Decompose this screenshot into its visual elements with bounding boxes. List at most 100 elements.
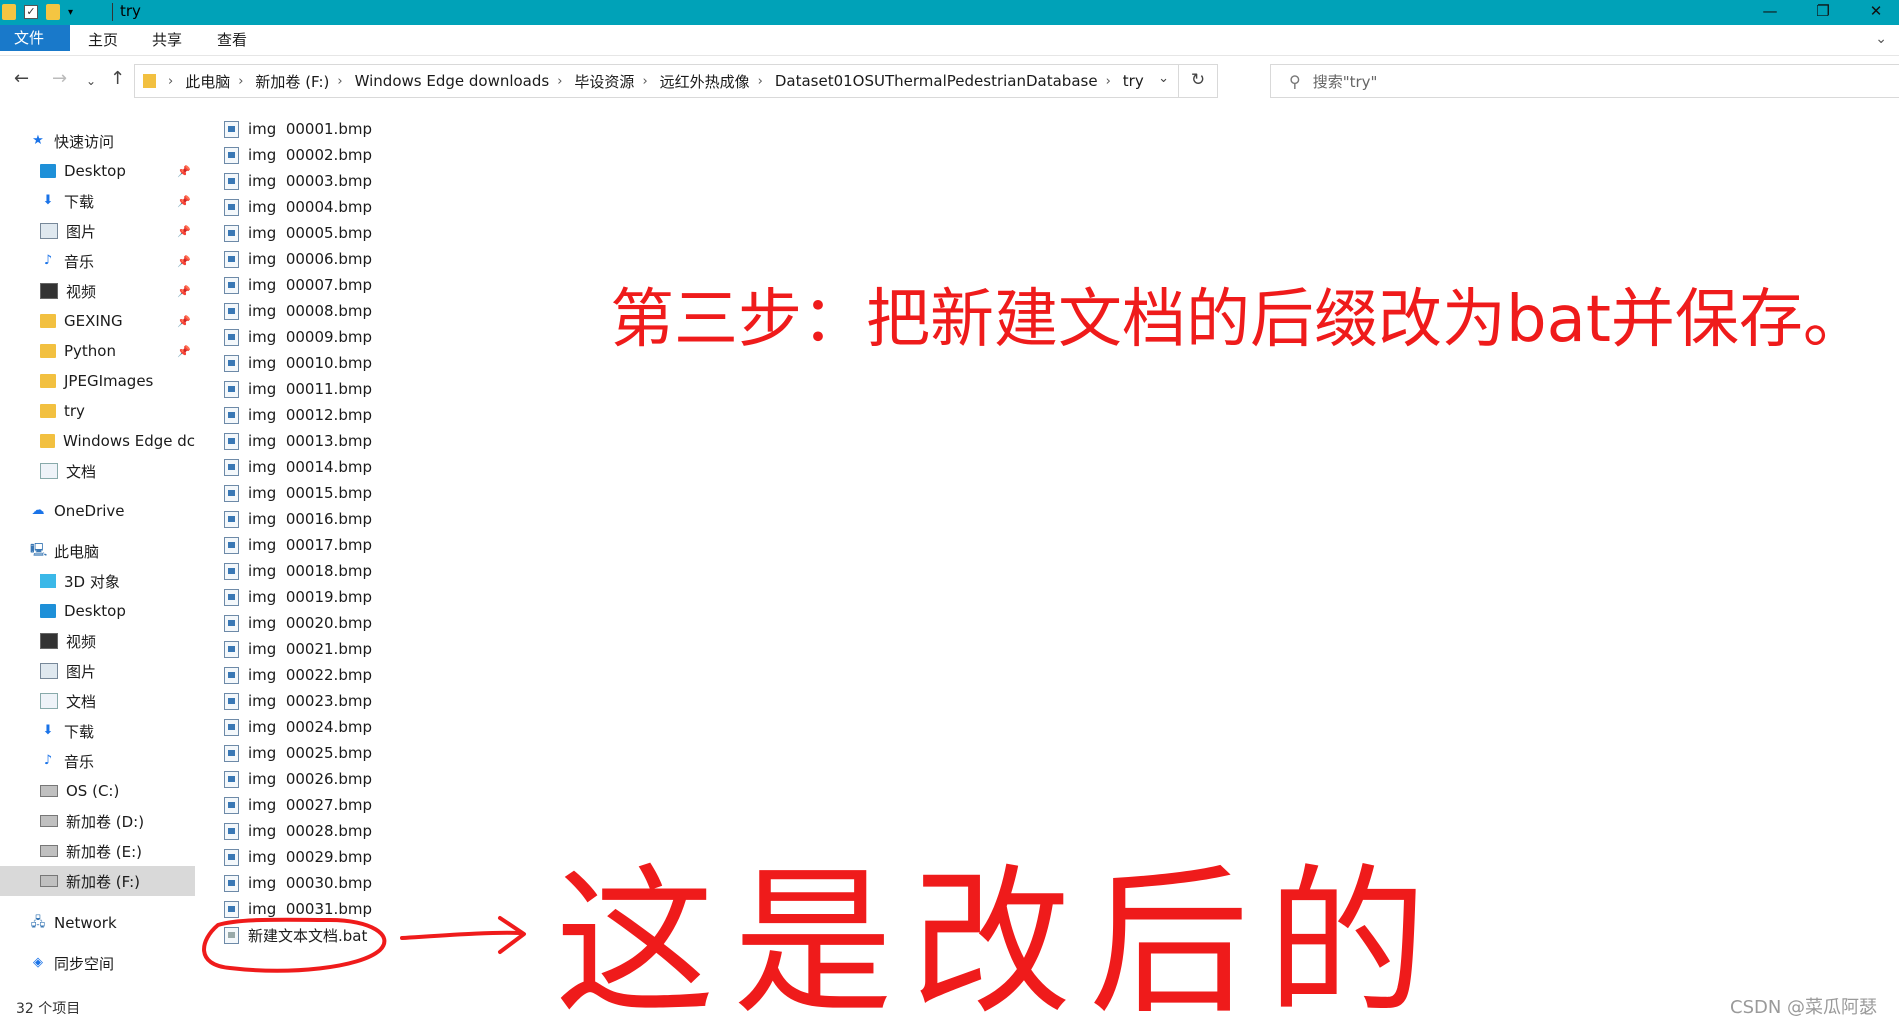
forward-icon[interactable]: → xyxy=(52,68,67,89)
properties-icon[interactable]: ✓ xyxy=(24,5,38,19)
file-list-item[interactable]: img 00011.bmp xyxy=(224,376,372,402)
file-list-item[interactable]: img 00027.bmp xyxy=(224,792,372,818)
sidebar-item-drive-c[interactable]: OS (C:) xyxy=(0,776,195,806)
sidebar-network[interactable]: 🖧 Network xyxy=(0,908,195,938)
sidebar-item-pc-music[interactable]: ♪ 音乐 xyxy=(0,746,195,776)
file-list-item[interactable]: img 00007.bmp xyxy=(224,272,372,298)
sidebar-quick-access[interactable]: ★ 快速访问 xyxy=(0,126,195,156)
file-list-item[interactable]: img 00029.bmp xyxy=(224,844,372,870)
file-list-item[interactable]: img 00023.bmp xyxy=(224,688,372,714)
file-list-item[interactable]: img 00012.bmp xyxy=(224,402,372,428)
search-box[interactable]: ⚲ 搜索"try" xyxy=(1270,64,1899,98)
file-list-item[interactable]: img 00001.bmp xyxy=(224,116,372,142)
breadcrumb-thermal[interactable]: 远红外热成像 xyxy=(660,71,750,92)
sidebar-this-pc[interactable]: 🖳 此电脑 xyxy=(0,536,195,566)
sidebar-item-desktop[interactable]: Desktop 📌 xyxy=(0,156,195,186)
file-list-item[interactable]: img 00015.bmp xyxy=(224,480,372,506)
breadcrumb-drive-f[interactable]: 新加卷 (F:) xyxy=(255,71,329,92)
search-placeholder[interactable]: 搜索"try" xyxy=(1313,71,1378,92)
customize-toolbar-icon[interactable]: ▾ xyxy=(68,7,73,18)
chevron-right-icon[interactable]: › xyxy=(758,74,763,89)
sidebar-item-videos[interactable]: 视频 📌 xyxy=(0,276,195,306)
expand-ribbon-icon[interactable]: ⌄ xyxy=(1875,31,1887,47)
file-list-item[interactable]: img 00018.bmp xyxy=(224,558,372,584)
sidebar-item-python[interactable]: Python 📌 xyxy=(0,336,195,366)
file-list-item[interactable]: img 00025.bmp xyxy=(224,740,372,766)
sidebar-item-downloads[interactable]: ⬇ 下载 📌 xyxy=(0,186,195,216)
sidebar-item-pc-documents[interactable]: 文档 xyxy=(0,686,195,716)
file-list-item[interactable]: img 00021.bmp xyxy=(224,636,372,662)
recent-locations-icon[interactable]: ⌄ xyxy=(86,74,96,88)
sidebar-item-music[interactable]: ♪ 音乐 📌 xyxy=(0,246,195,276)
tab-share[interactable]: 共享 xyxy=(138,25,196,55)
file-list-item[interactable]: img 00031.bmp xyxy=(224,896,372,922)
tab-view[interactable]: 查看 xyxy=(203,25,261,55)
breadcrumb-this-pc[interactable]: 此电脑 xyxy=(185,71,230,92)
breadcrumb-try[interactable]: try xyxy=(1123,72,1144,90)
sidebar-item-drive-f[interactable]: 新加卷 (F:) xyxy=(0,866,195,896)
file-list-item[interactable]: img 00020.bmp xyxy=(224,610,372,636)
minimize-button[interactable]: — xyxy=(1747,0,1793,25)
breadcrumb-dataset[interactable]: Dataset01OSUThermalPedestrianDatabase xyxy=(775,72,1098,90)
tab-file[interactable]: 文件 xyxy=(0,25,70,51)
file-list-item[interactable]: img 00010.bmp xyxy=(224,350,372,376)
address-bar[interactable]: › 此电脑 › 新加卷 (F:) › Windows Edge download… xyxy=(134,64,1218,98)
sidebar-sync-space[interactable]: ◈ 同步空间 xyxy=(0,948,195,978)
sidebar-item-edge-downloads[interactable]: Windows Edge dc xyxy=(0,426,195,456)
pin-icon[interactable]: 📌 xyxy=(177,255,191,268)
tab-home[interactable]: 主页 xyxy=(74,25,132,55)
file-list-item[interactable]: img 00003.bmp xyxy=(224,168,372,194)
up-icon[interactable]: ↑ xyxy=(110,68,125,89)
file-list-item[interactable]: img 00028.bmp xyxy=(224,818,372,844)
chevron-right-icon[interactable]: › xyxy=(1106,74,1111,89)
sidebar-onedrive[interactable]: ☁ OneDrive xyxy=(0,496,195,526)
file-list-item[interactable]: img 00016.bmp xyxy=(224,506,372,532)
sidebar-item-drive-e[interactable]: 新加卷 (E:) xyxy=(0,836,195,866)
file-list-item[interactable]: img 00008.bmp xyxy=(224,298,372,324)
file-list-item[interactable]: img 00002.bmp xyxy=(224,142,372,168)
pin-icon[interactable]: 📌 xyxy=(177,315,191,328)
pin-icon[interactable]: 📌 xyxy=(177,345,191,358)
pin-icon[interactable]: 📌 xyxy=(177,225,191,238)
chevron-right-icon[interactable]: › xyxy=(557,74,562,89)
chevron-right-icon[interactable]: › xyxy=(238,74,243,89)
pin-icon[interactable]: 📌 xyxy=(177,165,191,178)
file-list-item[interactable]: 新建文本文档.bat xyxy=(224,922,367,948)
sidebar-item-drive-d[interactable]: 新加卷 (D:) xyxy=(0,806,195,836)
new-folder-icon[interactable] xyxy=(46,4,60,20)
file-list-item[interactable]: img 00022.bmp xyxy=(224,662,372,688)
sidebar-item-3d-objects[interactable]: 3D 对象 xyxy=(0,566,195,596)
sidebar-item-pc-downloads[interactable]: ⬇ 下载 xyxy=(0,716,195,746)
file-list-item[interactable]: img 00019.bmp xyxy=(224,584,372,610)
pin-icon[interactable]: 📌 xyxy=(177,195,191,208)
sidebar-item-pc-videos[interactable]: 视频 xyxy=(0,626,195,656)
file-list-item[interactable]: img 00009.bmp xyxy=(224,324,372,350)
address-dropdown-icon[interactable]: ⌄ xyxy=(1158,71,1169,86)
breadcrumb-edge-downloads[interactable]: Windows Edge downloads xyxy=(355,72,550,90)
maximize-button[interactable]: ❐ xyxy=(1800,0,1846,25)
refresh-icon[interactable]: ↻ xyxy=(1178,65,1217,97)
chevron-right-icon[interactable]: › xyxy=(642,74,647,89)
file-list-item[interactable]: img 00005.bmp xyxy=(224,220,372,246)
file-list-item[interactable]: img 00024.bmp xyxy=(224,714,372,740)
file-list-item[interactable]: img 00017.bmp xyxy=(224,532,372,558)
back-icon[interactable]: ← xyxy=(14,68,29,89)
sidebar-item-documents[interactable]: 文档 xyxy=(0,456,195,486)
file-list-item[interactable]: img 00026.bmp xyxy=(224,766,372,792)
breadcrumb-thesis-resources[interactable]: 毕设资源 xyxy=(574,71,634,92)
file-list-item[interactable]: img 00014.bmp xyxy=(224,454,372,480)
file-list-item[interactable]: img 00030.bmp xyxy=(224,870,372,896)
sidebar-item-pictures[interactable]: 图片 📌 xyxy=(0,216,195,246)
sidebar-item-gexing[interactable]: GEXING 📌 xyxy=(0,306,195,336)
file-list-item[interactable]: img 00006.bmp xyxy=(224,246,372,272)
close-button[interactable]: ✕ xyxy=(1853,0,1899,25)
chevron-right-icon[interactable]: › xyxy=(337,74,342,89)
pin-icon[interactable]: 📌 xyxy=(177,285,191,298)
sidebar-item-jpegimages[interactable]: JPEGImages xyxy=(0,366,195,396)
sidebar-item-pc-pictures[interactable]: 图片 xyxy=(0,656,195,686)
sidebar-item-try[interactable]: try xyxy=(0,396,195,426)
file-list-item[interactable]: img 00013.bmp xyxy=(224,428,372,454)
chevron-right-icon[interactable]: › xyxy=(168,74,173,89)
file-list-item[interactable]: img 00004.bmp xyxy=(224,194,372,220)
sidebar-item-pc-desktop[interactable]: Desktop xyxy=(0,596,195,626)
